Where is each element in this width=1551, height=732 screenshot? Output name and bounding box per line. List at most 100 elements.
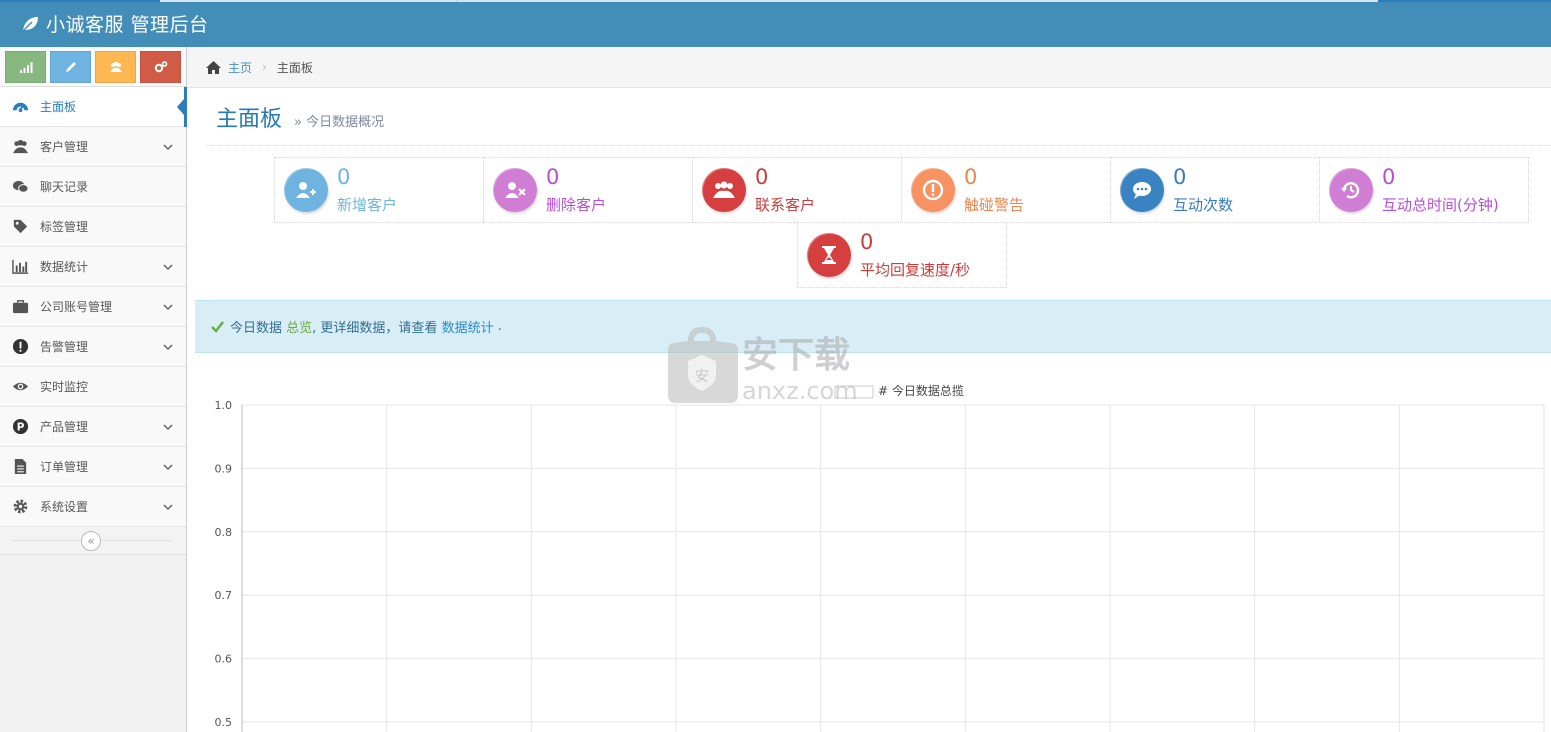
sidebar-item-label: 实时监控 [40,380,89,394]
breadcrumb-home-link[interactable]: 主页 [228,59,252,76]
infobox-new-customers: 0 新增客户 [274,157,484,223]
users-icon [109,61,122,72]
alert-suffix: . [497,319,502,334]
infobox-label: 互动次数 [1173,196,1234,214]
sidebar-item-tags[interactable]: 标签管理 [0,207,186,247]
chart-svg: # 今日数据总揽 1.0 0.9 0.8 0.7 0.6 0.5 [215,383,1545,732]
sidebar-item-chat-records[interactable]: 聊天记录 [0,167,186,207]
sidebar-item-label: 产品管理 [40,420,89,434]
briefcase-icon [10,298,30,316]
infobox-interactions: 0 互动次数 [1110,157,1320,223]
watermark: 安 安下载 anxz.com [666,323,886,405]
hourglass-icon [807,233,851,277]
infobox-label: 联系客户 [755,196,816,214]
gear-icon [10,498,30,516]
sidebar-item-settings[interactable]: 系统设置 [0,487,186,527]
sidebar-item-dashboard[interactable]: 主面板 [0,87,187,127]
infobox-value: 0 [546,165,560,189]
user-plus-icon [284,168,328,212]
shortcut-edit-button[interactable] [50,51,91,83]
sidebar: 主面板 客户管理 聊天记录 标签管理 数据统计 公司账号管理 告警管理 实时监控… [0,47,187,732]
sidebar-item-label: 系统设置 [40,500,89,514]
chevron-down-icon [163,304,173,311]
infobox-value: 0 [1173,165,1187,189]
tag-icon [10,218,30,236]
sidebar-item-label: 公司账号管理 [40,300,113,314]
chevron-down-icon [163,144,173,151]
infobox-label: 互动总时间(分钟) [1382,196,1499,214]
sidebar-item-label: 告警管理 [40,340,89,354]
check-icon [211,321,224,333]
infobox-deleted-customers: 0 删除客户 [483,157,693,223]
sidebar-item-label: 客户管理 [40,140,89,154]
sidebar-item-alerts[interactable]: 告警管理 [0,327,186,367]
leaf-icon [21,16,38,33]
watermark-text: 安下载 [742,335,850,376]
chart-ytick-label: 0.7 [215,589,233,602]
page-subtitle: » 今日数据概况 [294,115,385,130]
infobox-contact-customers: 0 联系客户 [692,157,902,223]
history-icon [1329,168,1373,212]
watermark-domain: anxz.com [742,377,858,405]
sidebar-item-label: 标签管理 [40,220,89,234]
chart-ytick-label: 0.9 [215,462,233,475]
svg-text:安: 安 [695,369,709,385]
sidebar-item-products[interactable]: P 产品管理 [0,407,186,447]
wechat-icon [10,178,30,196]
navbar: 小诚客服 管理后台 [0,0,1551,47]
page-header: 主面板 » 今日数据概况 [207,88,1551,146]
file-icon [10,458,30,476]
sidebar-collapse-bar: « [0,527,186,555]
breadcrumb-current: 主面板 [276,60,313,75]
infobox-warnings: 0 触碰警告 [901,157,1111,223]
user-times-icon [493,168,537,212]
infobox-label: 触碰警告 [964,196,1025,214]
infobox-value: 0 [755,165,769,189]
chevron-down-icon [163,504,173,511]
alert-middle: , 更详细数据，请查看 [312,321,438,336]
chevron-down-icon [163,424,173,431]
infobox-value: 0 [964,165,978,189]
statistics-link[interactable]: 数据统计 [442,317,494,336]
chevron-down-icon [163,344,173,351]
overview-link[interactable]: 总览 [286,317,312,336]
brand[interactable]: 小诚客服 管理后台 [20,10,209,37]
infobox-value: 0 [1382,165,1396,189]
chevron-down-icon [163,464,173,471]
exclamation-icon [911,168,955,212]
shortcut-settings-button[interactable] [140,51,181,83]
breadcrumb: 主页 › 主面板 [187,47,1551,88]
sidebar-item-orders[interactable]: 订单管理 [0,447,186,487]
cogs-icon [154,61,167,73]
shortcut-stats-button[interactable] [5,51,46,83]
users-icon [10,138,30,156]
brand-text: 小诚客服 管理后台 [46,14,209,36]
shield-logo: 安 安下载 anxz.com [668,327,858,405]
home-icon [206,60,221,74]
eye-icon [10,378,30,396]
pencil-icon [65,62,76,72]
users-icon [702,168,746,212]
sidebar-item-label: 订单管理 [40,460,89,474]
collapse-sidebar-button[interactable]: « [81,531,101,551]
sidebar-item-statistics[interactable]: 数据统计 [0,247,186,287]
infobox-label: 新增客户 [337,196,398,214]
infobox-label: 删除客户 [546,196,607,214]
infobox-interaction-time: 0 互动总时间(分钟) [1319,157,1529,223]
product-icon: P [10,418,30,436]
sidebar-item-label: 数据统计 [40,260,89,274]
sidebar-item-company-accounts[interactable]: 公司账号管理 [0,287,186,327]
exclamation-icon [10,338,30,356]
dashboard-icon [10,98,30,116]
infobox-avg-reply-speed: 0 平均回复速度/秒 [797,222,1007,288]
breadcrumb-separator: › [262,60,267,74]
shortcut-users-button[interactable] [95,51,136,83]
sidebar-item-monitoring[interactable]: 实时监控 [0,367,186,407]
infobox-label: 平均回复速度/秒 [860,261,971,279]
alert-prefix: 今日数据 [230,321,283,336]
active-pointer [177,99,184,115]
page-title: 主面板 [216,106,283,132]
sidebar-item-customers[interactable]: 客户管理 [0,127,186,167]
chart-ytick-label: 1.0 [215,399,233,412]
chart-title: # 今日数据总揽 [878,383,964,398]
